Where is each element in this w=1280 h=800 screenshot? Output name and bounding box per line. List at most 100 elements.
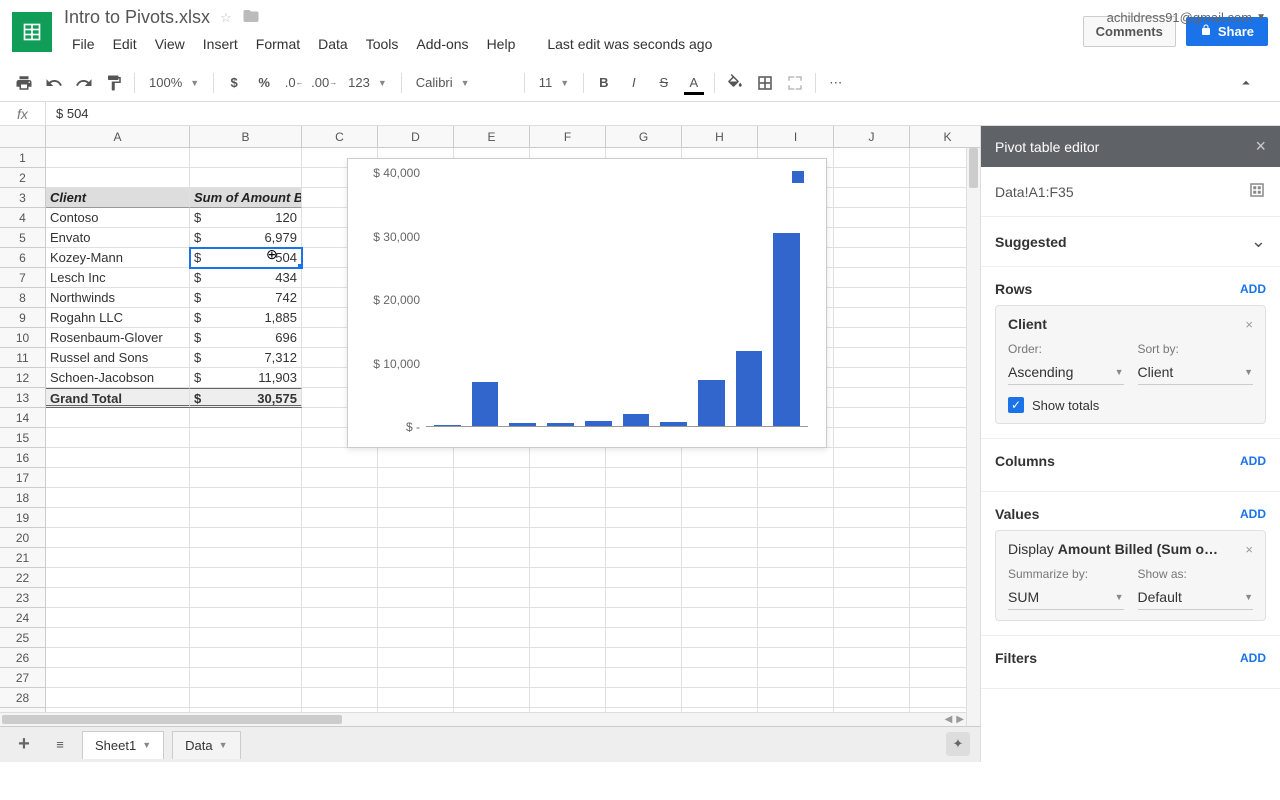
cell[interactable]: $434 [190, 268, 302, 288]
cell[interactable] [190, 468, 302, 488]
remove-row-field-icon[interactable]: × [1245, 317, 1253, 332]
cell[interactable] [530, 508, 606, 528]
cell[interactable] [378, 588, 454, 608]
cell[interactable] [834, 608, 910, 628]
cell[interactable] [46, 648, 190, 668]
cell[interactable] [190, 608, 302, 628]
row-header[interactable]: 26 [0, 648, 45, 668]
cell[interactable] [454, 608, 530, 628]
cell[interactable]: Lesch Inc [46, 268, 190, 288]
row-header[interactable]: 12 [0, 368, 45, 388]
cell[interactable] [606, 468, 682, 488]
cell[interactable] [378, 688, 454, 708]
summarize-select[interactable]: SUM▼ [1008, 585, 1124, 610]
cell[interactable] [190, 588, 302, 608]
cell[interactable] [834, 328, 910, 348]
folder-icon[interactable] [242, 7, 260, 28]
row-header[interactable]: 5 [0, 228, 45, 248]
cell[interactable]: Russel and Sons [46, 348, 190, 368]
cell[interactable] [834, 228, 910, 248]
cell[interactable] [46, 628, 190, 648]
vertical-scrollbar[interactable] [966, 148, 980, 726]
cell[interactable] [758, 568, 834, 588]
cell[interactable]: $7,312 [190, 348, 302, 368]
cell[interactable] [758, 528, 834, 548]
font-size-select[interactable]: 11▼ [531, 71, 577, 94]
menu-tools[interactable]: Tools [358, 32, 407, 56]
cell[interactable] [190, 428, 302, 448]
cell[interactable] [530, 688, 606, 708]
text-color-icon[interactable]: A [680, 69, 708, 97]
star-icon[interactable]: ☆ [220, 10, 232, 26]
cell[interactable] [190, 508, 302, 528]
menu-edit[interactable]: Edit [105, 32, 145, 56]
cell[interactable] [46, 548, 190, 568]
row-header[interactable]: 22 [0, 568, 45, 588]
cell[interactable] [302, 648, 378, 668]
cell[interactable] [834, 448, 910, 468]
last-edit-text[interactable]: Last edit was seconds ago [539, 32, 720, 56]
cell[interactable]: $504 [190, 248, 302, 268]
cell[interactable] [606, 448, 682, 468]
sheet-area[interactable]: ABCDEFGHIJK 1234567891011121314151617181… [0, 126, 980, 762]
cell[interactable] [758, 488, 834, 508]
cell[interactable] [606, 548, 682, 568]
add-rows-button[interactable]: ADD [1240, 282, 1266, 296]
cell[interactable] [834, 168, 910, 188]
column-header[interactable]: I [758, 126, 834, 147]
row-header[interactable]: 21 [0, 548, 45, 568]
cell[interactable] [834, 188, 910, 208]
menu-help[interactable]: Help [479, 32, 524, 56]
cell[interactable] [378, 668, 454, 688]
cell[interactable]: Northwinds [46, 288, 190, 308]
cell[interactable] [682, 608, 758, 628]
cell[interactable] [606, 648, 682, 668]
cell[interactable] [834, 208, 910, 228]
cell[interactable] [302, 628, 378, 648]
menu-format[interactable]: Format [248, 32, 308, 56]
add-sheet-button[interactable]: + [10, 731, 38, 759]
cell[interactable] [454, 588, 530, 608]
cell[interactable] [834, 648, 910, 668]
cell[interactable] [378, 608, 454, 628]
cell[interactable] [530, 468, 606, 488]
cell[interactable] [834, 428, 910, 448]
cell[interactable] [378, 568, 454, 588]
cell[interactable] [378, 468, 454, 488]
menu-data[interactable]: Data [310, 32, 356, 56]
cell[interactable]: $1,885 [190, 308, 302, 328]
cell[interactable] [302, 548, 378, 568]
cell[interactable]: Schoen-Jacobson [46, 368, 190, 388]
cell[interactable] [454, 668, 530, 688]
cell[interactable] [46, 168, 190, 188]
cell[interactable] [454, 548, 530, 568]
cell[interactable] [834, 668, 910, 688]
cell[interactable] [758, 588, 834, 608]
row-header[interactable]: 7 [0, 268, 45, 288]
cell[interactable] [302, 468, 378, 488]
cell[interactable] [758, 628, 834, 648]
decrease-decimal-icon[interactable]: .0← [280, 69, 308, 97]
account-dropdown-icon[interactable]: ▼ [1256, 12, 1266, 23]
sortby-select[interactable]: Client▼ [1138, 360, 1254, 385]
menu-view[interactable]: View [147, 32, 193, 56]
cell[interactable] [606, 508, 682, 528]
cell[interactable] [454, 488, 530, 508]
cell[interactable] [190, 528, 302, 548]
row-header[interactable]: 1 [0, 148, 45, 168]
cell[interactable] [682, 648, 758, 668]
cell[interactable] [682, 668, 758, 688]
doc-title[interactable]: Intro to Pivots.xlsx [64, 7, 210, 28]
cell[interactable] [190, 568, 302, 588]
cell[interactable] [530, 608, 606, 628]
sheet-tab-sheet1[interactable]: Sheet1▼ [82, 731, 164, 759]
cell[interactable] [190, 448, 302, 468]
bold-icon[interactable]: B [590, 69, 618, 97]
cell[interactable]: $6,979 [190, 228, 302, 248]
cell[interactable] [834, 368, 910, 388]
increase-decimal-icon[interactable]: .00→ [310, 69, 338, 97]
cell[interactable]: Rosenbaum-Glover [46, 328, 190, 348]
close-icon[interactable]: × [1255, 136, 1266, 157]
format-select[interactable]: 123▼ [340, 71, 395, 94]
cell[interactable] [454, 648, 530, 668]
